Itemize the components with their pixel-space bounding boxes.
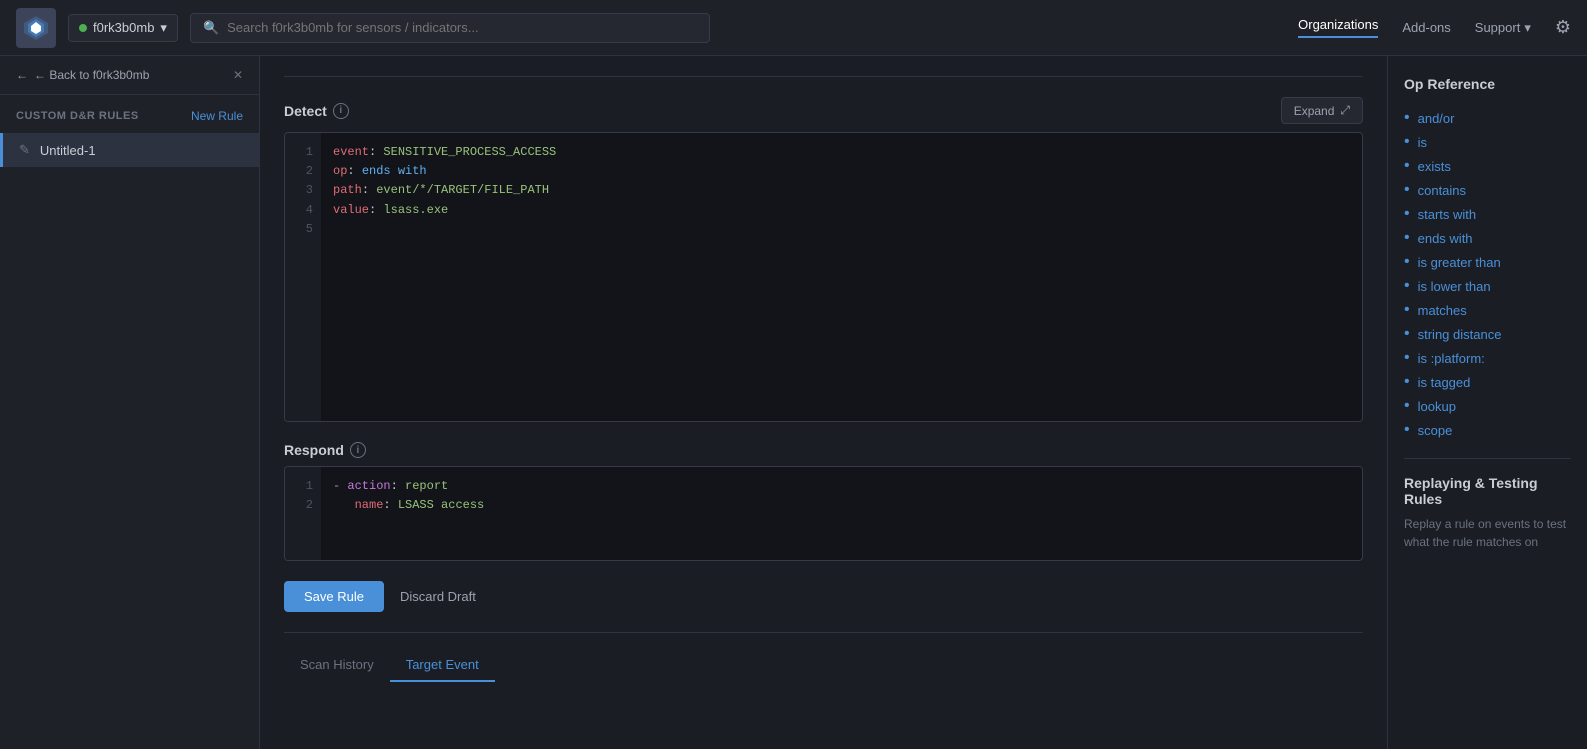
new-rule-button[interactable]: New Rule [191,109,243,123]
op-lookup[interactable]: lookup [1404,394,1571,418]
support-label: Support [1475,20,1521,35]
back-arrow-icon: ← [16,68,28,82]
org-status-dot [79,24,87,32]
content-area: Detect i Expand ⤢ 1 2 3 4 5 event: SENSI… [260,56,1387,749]
main-layout: ← ← Back to f0rk3b0mb ✕ CUSTOM D&R RULES… [0,56,1587,749]
org-selector[interactable]: f0rk3b0mb ▾ [68,14,178,42]
detect-editor[interactable]: 1 2 3 4 5 event: SENSITIVE_PROCESS_ACCES… [284,132,1363,422]
action-buttons: Save Rule Discard Draft [284,581,1363,612]
sidebar: ← ← Back to f0rk3b0mb ✕ CUSTOM D&R RULES… [0,56,260,749]
edit-icon: ✎ [19,142,30,158]
settings-gear-icon[interactable]: ⚙ [1555,17,1571,38]
nav-link-addons[interactable]: Add-ons [1402,20,1450,35]
sidebar-section-title: CUSTOM D&R RULES [16,110,139,122]
op-scope[interactable]: scope [1404,418,1571,442]
op-matches[interactable]: matches [1404,298,1571,322]
tab-scan-history[interactable]: Scan History [284,649,390,682]
topnav: f0rk3b0mb ▾ 🔍 Organizations Add-ons Supp… [0,0,1587,56]
detect-line-numbers: 1 2 3 4 5 [285,133,321,421]
respond-line-numbers: 1 2 [285,467,321,560]
line-num-5: 5 [293,220,313,239]
back-label: ← Back to f0rk3b0mb [34,68,149,82]
op-and-or[interactable]: and/or [1404,106,1571,130]
back-button[interactable]: ← ← Back to f0rk3b0mb [16,68,149,82]
right-panel: Op Reference and/or is exists contains s… [1387,56,1587,749]
bottom-section: Scan History Target Event [284,632,1363,682]
expand-label: Expand [1294,104,1335,118]
line-num-3: 3 [293,181,313,200]
nav-right: Organizations Add-ons Support ▾ ⚙ [1298,17,1571,38]
respond-editor[interactable]: 1 2 - action: report name: LSASS access [284,466,1363,561]
detect-header: Detect i Expand ⤢ [284,97,1363,124]
sidebar-back-bar: ← ← Back to f0rk3b0mb ✕ [0,56,259,95]
replay-testing-title: Replaying & Testing Rules [1404,475,1571,507]
op-contains[interactable]: contains [1404,178,1571,202]
respond-code-content[interactable]: - action: report name: LSASS access [321,467,1362,560]
op-is-greater-than[interactable]: is greater than [1404,250,1571,274]
op-starts-with[interactable]: starts with [1404,202,1571,226]
line-num-1: 1 [293,143,313,162]
nav-link-organizations[interactable]: Organizations [1298,17,1378,38]
op-exists[interactable]: exists [1404,154,1571,178]
op-divider [1404,458,1571,459]
respond-info-icon[interactable]: i [350,442,366,458]
nav-link-support[interactable]: Support ▾ [1475,20,1531,36]
logo-icon[interactable] [16,8,56,48]
op-is[interactable]: is [1404,130,1571,154]
search-input[interactable] [227,20,697,35]
sidebar-item-untitled-1[interactable]: ✎ Untitled-1 [0,133,259,167]
op-is-tagged[interactable]: is tagged [1404,370,1571,394]
respond-header: Respond i [284,442,1363,458]
support-dropdown-icon: ▾ [1524,20,1531,36]
replay-testing-description: Replay a rule on events to test what the… [1404,515,1571,551]
op-string-distance[interactable]: string distance [1404,322,1571,346]
top-divider [284,76,1363,77]
search-bar[interactable]: 🔍 [190,13,710,43]
op-is-lower-than[interactable]: is lower than [1404,274,1571,298]
respond-line-num-2: 2 [293,496,313,515]
detect-info-icon[interactable]: i [333,103,349,119]
op-reference-list: and/or is exists contains starts with en… [1404,106,1571,442]
org-name: f0rk3b0mb [93,20,154,35]
detect-code-content[interactable]: event: SENSITIVE_PROCESS_ACCESS op: ends… [321,133,1362,421]
op-reference-title: Op Reference [1404,76,1571,92]
detect-label: Detect [284,103,327,119]
respond-title: Respond i [284,442,366,458]
sidebar-section-header: CUSTOM D&R RULES New Rule [0,95,259,133]
line-num-2: 2 [293,162,313,181]
bottom-tab-bar: Scan History Target Event [284,649,1363,682]
sidebar-close-button[interactable]: ✕ [233,68,243,82]
save-rule-button[interactable]: Save Rule [284,581,384,612]
tab-target-event[interactable]: Target Event [390,649,495,682]
sidebar-item-label: Untitled-1 [40,143,96,158]
op-ends-with[interactable]: ends with [1404,226,1571,250]
line-num-4: 4 [293,201,313,220]
discard-draft-button[interactable]: Discard Draft [400,589,476,604]
search-icon: 🔍 [203,20,219,36]
respond-label: Respond [284,442,344,458]
op-is-platform[interactable]: is :platform: [1404,346,1571,370]
expand-icon: ⤢ [1340,103,1350,118]
respond-line-num-1: 1 [293,477,313,496]
org-dropdown-icon: ▾ [160,20,167,36]
expand-button[interactable]: Expand ⤢ [1281,97,1363,124]
detect-title: Detect i [284,103,349,119]
